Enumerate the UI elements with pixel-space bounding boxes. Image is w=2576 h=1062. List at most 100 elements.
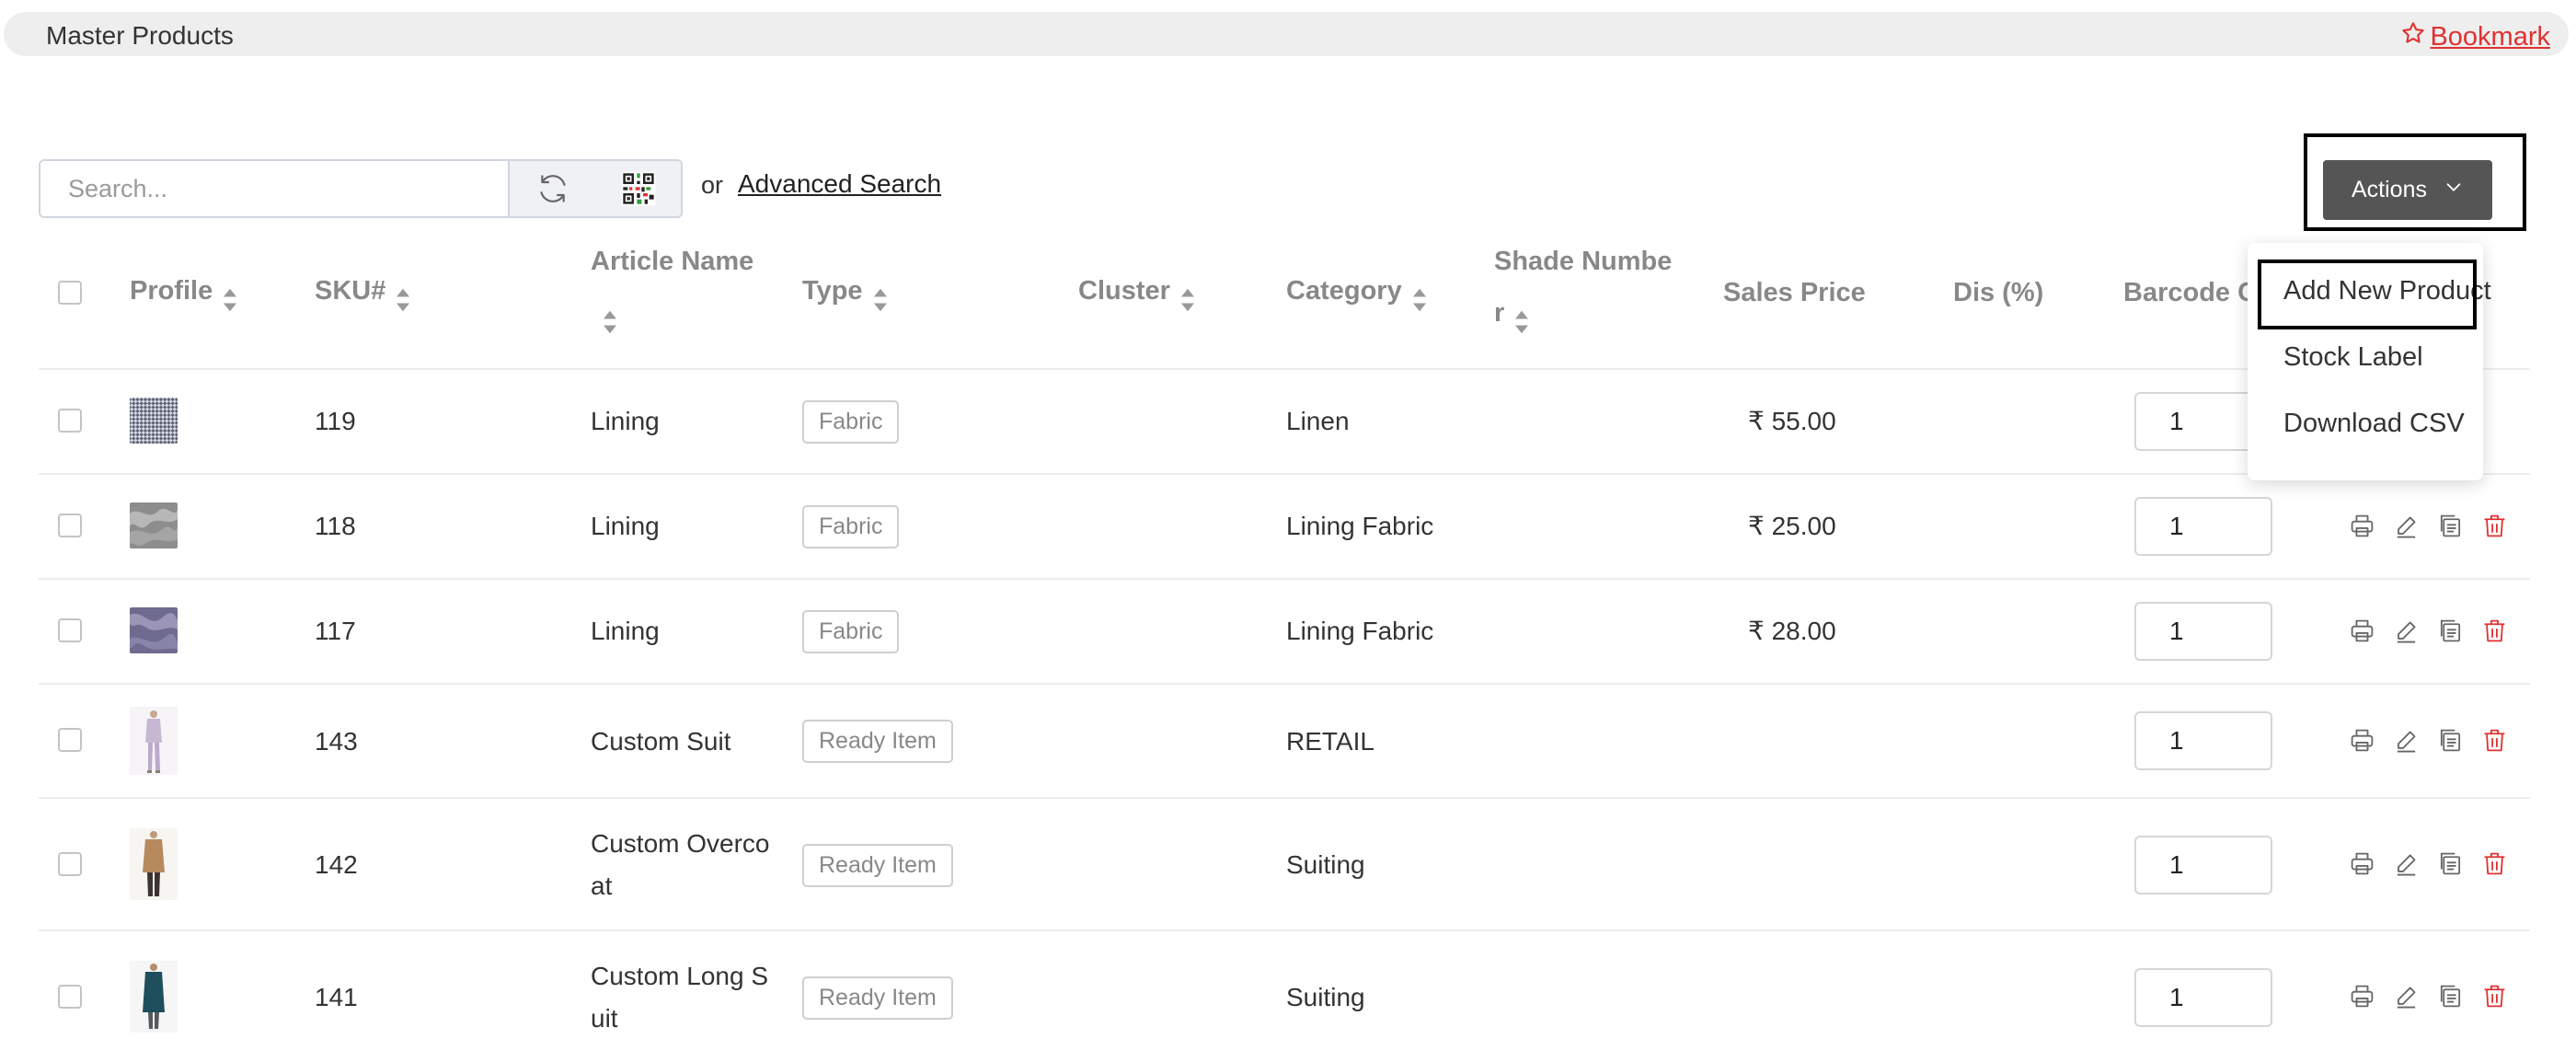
delete-icon[interactable]	[2481, 850, 2508, 877]
menu-item-download-csv[interactable]: Download CSV	[2283, 409, 2465, 439]
row-divider	[39, 683, 2530, 685]
product-thumbnail[interactable]	[130, 828, 178, 900]
product-thumbnail[interactable]	[130, 502, 178, 548]
type-badge: Ready Item	[802, 844, 953, 887]
row-actions	[2349, 513, 2508, 539]
type-badge: Fabric	[802, 610, 900, 653]
qr-code-icon[interactable]	[620, 170, 657, 207]
column-header-category[interactable]: Category	[1286, 265, 1428, 317]
row-actions	[2349, 727, 2508, 754]
sort-icon	[872, 279, 889, 312]
sort-icon	[1513, 301, 1530, 334]
row-checkbox[interactable]	[58, 985, 82, 1009]
bookmark-label: Bookmark	[2430, 21, 2550, 52]
copy-icon[interactable]	[2437, 727, 2464, 754]
chevron-down-icon	[2444, 177, 2464, 203]
actions-label: Actions	[2352, 177, 2427, 202]
article-name-cell: Custom Suit	[591, 727, 731, 756]
print-icon[interactable]	[2349, 513, 2375, 539]
barcode-count-input[interactable]: 1	[2134, 602, 2272, 661]
row-checkbox[interactable]	[58, 514, 82, 537]
copy-icon[interactable]	[2437, 513, 2464, 539]
menu-item-stock-label[interactable]: Stock Label	[2283, 342, 2423, 373]
page-title: Master Products	[46, 21, 234, 50]
article-name-cell: Lining	[591, 407, 660, 435]
product-thumbnail[interactable]	[130, 707, 178, 775]
article-name-cell-wrap: at	[591, 872, 613, 900]
delete-icon[interactable]	[2481, 618, 2508, 644]
article-name-cell: Custom Overco	[591, 829, 770, 858]
sort-icon	[1411, 279, 1428, 312]
actions-button[interactable]: Actions	[2323, 160, 2492, 220]
row-checkbox[interactable]	[58, 852, 82, 876]
print-icon[interactable]	[2349, 983, 2375, 1010]
barcode-count-input[interactable]: 1	[2134, 711, 2272, 770]
edit-icon[interactable]	[2393, 727, 2420, 754]
article-name-cell-wrap: uit	[591, 1004, 618, 1033]
edit-icon[interactable]	[2393, 850, 2420, 877]
column-header-shade-number[interactable]: Shade Numbe r	[1494, 236, 1672, 339]
sku-cell: 143	[315, 727, 358, 756]
sort-icon	[222, 279, 238, 312]
product-thumbnail[interactable]	[130, 398, 178, 444]
search-input[interactable]	[40, 161, 508, 216]
sku-cell: 141	[315, 983, 358, 1011]
article-name-cell: Lining	[591, 512, 660, 540]
type-badge: Fabric	[802, 400, 900, 444]
column-header-type[interactable]: Type	[802, 265, 889, 317]
row-checkbox[interactable]	[58, 728, 82, 752]
price-cell: ₹ 28.00	[1748, 617, 1836, 645]
row-actions	[2349, 983, 2508, 1010]
row-checkbox[interactable]	[58, 409, 82, 433]
search-group	[39, 159, 683, 218]
sort-icon	[602, 301, 618, 334]
sku-cell: 142	[315, 850, 358, 879]
sort-icon	[1179, 279, 1196, 312]
bookmark-link[interactable]: Bookmark	[2400, 20, 2550, 53]
or-text: or	[701, 171, 724, 199]
copy-icon[interactable]	[2437, 850, 2464, 877]
delete-icon[interactable]	[2481, 983, 2508, 1010]
star-icon	[2400, 20, 2426, 53]
barcode-count-input[interactable]: 1	[2134, 968, 2272, 1027]
row-actions	[2349, 618, 2508, 644]
edit-icon[interactable]	[2393, 983, 2420, 1010]
copy-icon[interactable]	[2437, 983, 2464, 1010]
category-cell: RETAIL	[1286, 727, 1374, 756]
refresh-icon[interactable]	[535, 170, 571, 207]
column-header-profile[interactable]: Profile	[130, 265, 238, 317]
barcode-count-input[interactable]: 1	[2134, 836, 2272, 895]
delete-icon[interactable]	[2481, 727, 2508, 754]
column-header-article-name[interactable]: Article Name	[591, 236, 753, 339]
row-divider	[39, 473, 2530, 475]
product-thumbnail[interactable]	[130, 961, 178, 1033]
column-header-cluster[interactable]: Cluster	[1078, 265, 1196, 317]
select-all-checkbox[interactable]	[58, 281, 82, 305]
print-icon[interactable]	[2349, 850, 2375, 877]
category-cell: Lining Fabric	[1286, 617, 1434, 645]
column-header-discount: Dis (%)	[1953, 278, 2044, 307]
row-checkbox[interactable]	[58, 618, 82, 642]
print-icon[interactable]	[2349, 618, 2375, 644]
advanced-search-link[interactable]: Advanced Search	[738, 169, 941, 199]
type-badge: Fabric	[802, 505, 900, 548]
category-cell: Lining Fabric	[1286, 512, 1434, 540]
page-header: Master Products Bookmark	[4, 12, 2569, 56]
type-badge: Ready Item	[802, 720, 953, 763]
copy-icon[interactable]	[2437, 618, 2464, 644]
edit-icon[interactable]	[2393, 513, 2420, 539]
column-header-sku[interactable]: SKU#	[315, 265, 411, 317]
sku-cell: 119	[315, 407, 356, 435]
column-header-barcode: Barcode C	[2123, 278, 2258, 307]
search-buttons	[508, 161, 681, 216]
sku-cell: 118	[315, 512, 356, 540]
product-thumbnail[interactable]	[130, 607, 178, 653]
print-icon[interactable]	[2349, 727, 2375, 754]
edit-icon[interactable]	[2393, 618, 2420, 644]
category-cell: Linen	[1286, 407, 1350, 435]
barcode-count-input[interactable]: 1	[2134, 497, 2272, 556]
delete-icon[interactable]	[2481, 513, 2508, 539]
row-actions	[2349, 850, 2508, 877]
row-divider	[39, 929, 2530, 931]
row-divider	[39, 578, 2530, 580]
